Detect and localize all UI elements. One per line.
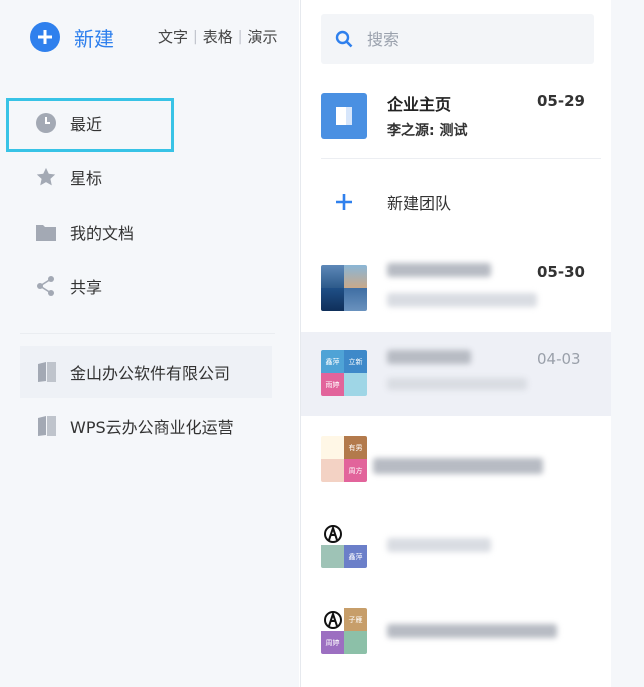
sidebar-item-label: WPS云办公商业化运营 [70,418,234,437]
sidebar-item-my-docs[interactable]: 我的文档 [34,218,134,246]
plus-icon [30,22,60,52]
sidebar-item-org-kingsoft[interactable]: 金山办公软件有限公司 [20,346,272,398]
chat-date: 04-03 [537,350,581,368]
sidebar-item-starred[interactable]: 星标 [34,163,102,191]
company-homepage-item[interactable]: 企业主页 李之源: 测试 05-29 [321,86,591,146]
chat-date: 05-30 [537,263,585,281]
sidebar-item-shared[interactable]: 共享 [34,272,102,300]
sidebar: 新建 文字 | 表格 | 演示 最近 星标 我的文档 共享 金山办公软件有限公司… [0,0,299,687]
chat-list-item[interactable]: 鑫萍 [301,506,611,592]
new-team-label: 新建团队 [387,194,452,213]
plus-icon [321,179,367,225]
group-avatar [321,265,367,311]
share-icon [34,274,58,298]
new-presentation-link[interactable]: 演示 [247,26,277,47]
new-sheet-link[interactable]: 表格 [203,26,233,47]
chat-list-item[interactable]: 有男 周方 [301,418,611,504]
search-input[interactable] [365,28,579,50]
company-date: 05-29 [537,92,585,110]
group-avatar: 子雁 周婷 [321,608,367,654]
doc-type-links: 文字 | 表格 | 演示 [158,26,278,47]
book-icon [36,360,58,384]
star-icon [34,165,58,189]
sidebar-item-org-wps[interactable]: WPS云办公商业化运营 [20,400,272,452]
company-last-message: 李之源: 测试 [387,123,468,139]
folder-icon [34,220,58,244]
search-box[interactable] [321,14,594,64]
sidebar-item-label: 星标 [70,169,103,188]
selection-highlight [6,98,174,152]
chat-list-item[interactable]: 鑫萍 立新 雨婷 04-03 [301,332,611,416]
new-button-label: 新建 [74,26,114,51]
sidebar-divider [20,333,275,334]
sidebar-item-label: 金山办公软件有限公司 [70,364,231,383]
team-list-panel: 企业主页 李之源: 测试 05-29 新建团队 05-30 鑫萍 立新 雨婷 0 [300,0,612,687]
book-icon [36,414,58,438]
chat-list-item[interactable]: 子雁 周婷 [301,592,611,678]
company-title: 企业主页 [387,95,452,114]
new-team-button[interactable]: 新建团队 [321,178,591,226]
sidebar-item-label: 共享 [70,278,103,297]
group-avatar: 鑫萍 立新 雨婷 [321,350,367,396]
chat-list-item[interactable]: 05-30 [301,245,611,331]
group-avatar: 鑫萍 [321,522,367,568]
new-button[interactable]: 新建 [30,22,114,52]
list-divider [321,158,601,159]
sidebar-item-label: 我的文档 [70,224,135,243]
new-doc-link[interactable]: 文字 [158,26,188,47]
window-edge [611,0,644,687]
group-avatar: 有男 周方 [321,436,367,482]
search-icon [335,30,353,48]
book-icon [321,93,367,139]
